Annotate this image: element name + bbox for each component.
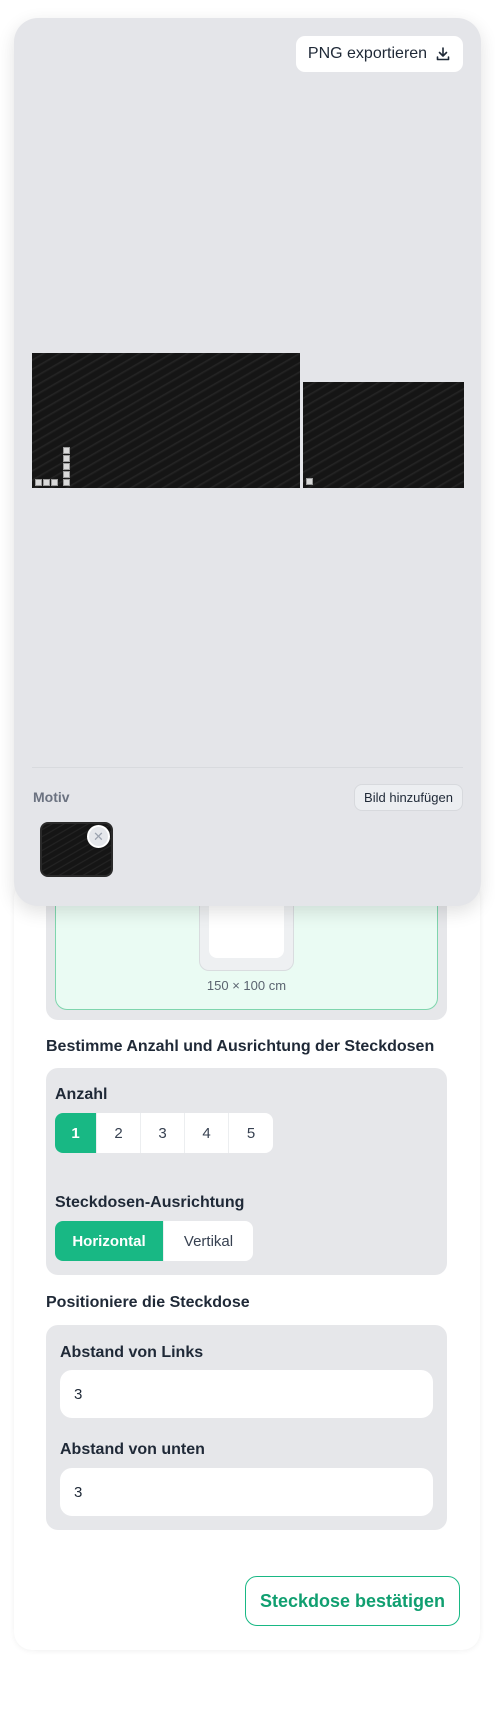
confirm-socket-button[interactable]: Steckdose bestätigen [245,1576,460,1626]
motiv-label: Motiv [33,789,70,805]
socket-tile [306,478,313,485]
add-image-button[interactable]: Bild hinzufügen [354,784,463,811]
socket-tile [63,447,70,454]
png-export-label: PNG exportieren [307,45,428,62]
socket-tile [63,479,70,486]
socket-tile [63,463,70,470]
orientation-horizontal[interactable]: Horizontal [55,1221,164,1261]
left-distance-label: Abstand von Links [60,1344,204,1361]
left-distance-input[interactable] [60,1370,433,1418]
orientation-selector: Horizontal Vertikal [55,1221,253,1261]
socket-tile [63,455,70,462]
socket-tile [51,479,58,486]
bottom-distance-label: Abstand von unten [60,1441,205,1458]
wall-render-secondary [303,382,464,488]
png-export-button[interactable]: PNG exportieren [296,36,463,72]
position-section-title: Positioniere die Steckdose [46,1294,250,1311]
count-option-1[interactable]: 1 [55,1113,97,1153]
socket-tile [35,479,42,486]
socket-tile [43,479,50,486]
close-icon: ✕ [93,828,104,844]
wall-dimensions-label: 150 × 100 cm [206,978,287,993]
count-selector: 1 2 3 4 5 [55,1113,273,1153]
bottom-distance-input[interactable] [60,1468,433,1516]
count-option-5[interactable]: 5 [229,1113,273,1153]
socket-tile [63,471,70,478]
remove-motiv-button[interactable]: ✕ [87,825,110,848]
count-option-4[interactable]: 4 [185,1113,229,1153]
orientation-label: Steckdosen-Ausrichtung [55,1194,245,1211]
orientation-vertical[interactable]: Vertikal [164,1221,253,1261]
wall-render-main [32,353,300,488]
download-icon [436,47,450,61]
count-orientation-card: Anzahl 1 2 3 4 5 Steckdosen-Ausrichtung … [46,1068,447,1275]
count-option-3[interactable]: 3 [141,1113,185,1153]
count-section-title: Bestimme Anzahl und Ausrichtung der Stec… [46,1038,435,1055]
count-label: Anzahl [55,1086,108,1103]
divider [32,767,463,768]
count-option-2[interactable]: 2 [97,1113,141,1153]
